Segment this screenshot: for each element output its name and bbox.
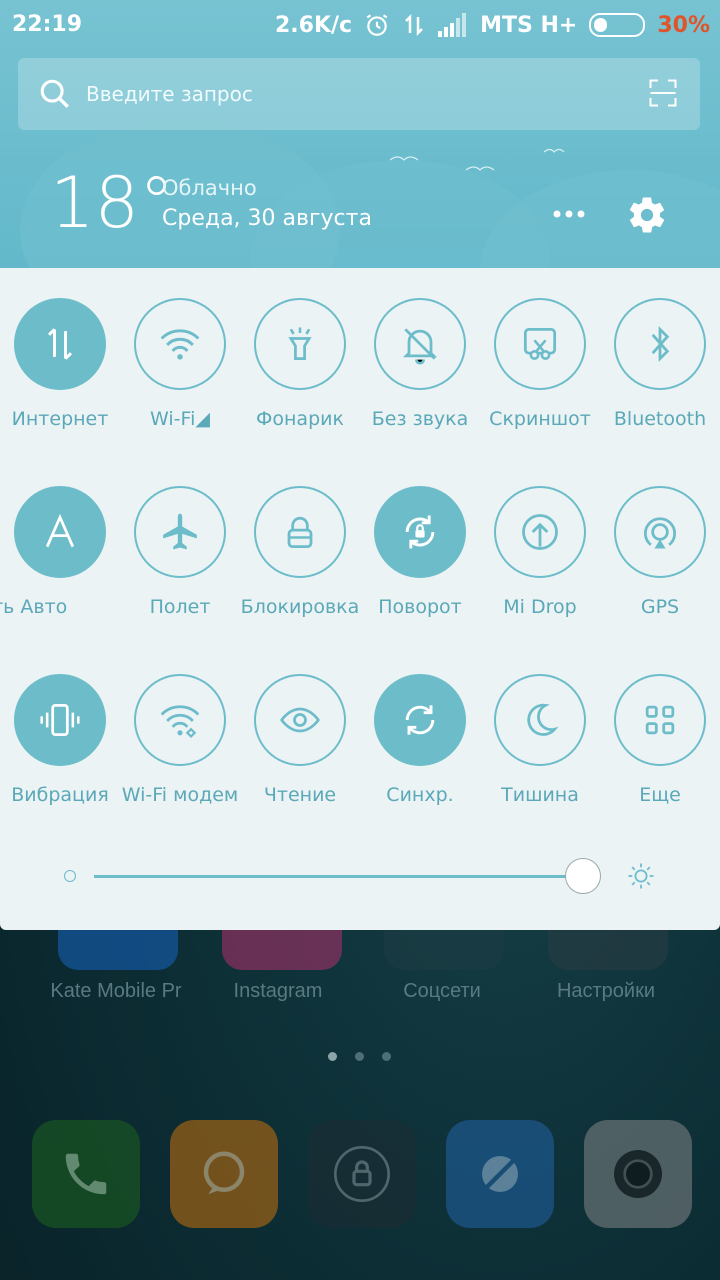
- toggle-label: Тишина: [501, 784, 579, 806]
- sync-icon: [374, 674, 466, 766]
- mute-bell-icon: [374, 298, 466, 390]
- toggle-more[interactable]: Еще: [600, 674, 720, 806]
- gps-icon: [614, 486, 706, 578]
- screenshot-icon: [494, 298, 586, 390]
- birds-decoration: [390, 148, 565, 171]
- status-icons: 2.6K/c MTS H+ 30%: [275, 12, 710, 38]
- weather-condition: Облачно: [162, 176, 257, 200]
- quick-settings-panel: Интернет Wi-Fi◢ Фонарик Без звука Скринш…: [0, 268, 720, 930]
- toggle-reading-mode[interactable]: Чтение: [240, 674, 360, 806]
- scan-icon[interactable]: [648, 78, 678, 108]
- toggle-label: Без звука: [371, 408, 469, 430]
- alarm-icon: [366, 14, 388, 36]
- toggle-label: Wi-Fi модем: [121, 784, 239, 806]
- search-icon: [40, 79, 69, 108]
- status-time: 22:19: [12, 12, 83, 37]
- wifi-icon: [134, 298, 226, 390]
- page-dot-2: [355, 1052, 364, 1061]
- toggle-wifi[interactable]: Wi-Fi◢: [120, 298, 240, 430]
- page-dot-1: [328, 1052, 337, 1061]
- toggle-label: ость Авто: [0, 596, 68, 618]
- search-bar[interactable]: [18, 58, 700, 130]
- network-speed: 2.6K/c: [274, 12, 353, 38]
- more-options-icon[interactable]: [552, 200, 586, 228]
- toggle-label: GPS: [640, 596, 680, 618]
- toggle-rotation[interactable]: Поворот: [360, 486, 480, 618]
- auto-brightness-icon: [14, 486, 106, 578]
- toggle-label: Bluetooth: [613, 408, 707, 430]
- app-label-kate-mobile: Kate Mobile Pr: [50, 980, 182, 1002]
- toggle-label: Синхр.: [386, 784, 454, 806]
- data-transfer-icon: [405, 13, 423, 37]
- weather-temperature[interactable]: 18°: [50, 162, 174, 244]
- battery-icon: [589, 13, 646, 37]
- brightness-high-icon: [628, 863, 654, 889]
- battery-fill: [594, 18, 608, 32]
- rotation-lock-icon: [374, 486, 466, 578]
- toggle-label: Mi Drop: [503, 596, 577, 618]
- toggle-sync[interactable]: Синхр.: [360, 674, 480, 806]
- mobile-data-icon: [14, 298, 106, 390]
- page-indicator: [328, 1052, 391, 1061]
- toggle-label: Вибрация: [11, 784, 109, 806]
- vibration-icon: [14, 674, 106, 766]
- mi-drop-icon: [494, 486, 586, 578]
- app-label-social: Соцсети: [403, 980, 481, 1002]
- moon-icon: [494, 674, 586, 766]
- toggle-airplane[interactable]: Полет: [120, 486, 240, 618]
- toggle-internet[interactable]: Интернет: [0, 298, 120, 430]
- notification-header: 22:19 2.6K/c MTS H+ 30% 18° Облачно Сред…: [0, 0, 720, 268]
- app-label-instagram: Instagram: [233, 980, 323, 1002]
- toggle-dnd[interactable]: Тишина: [480, 674, 600, 806]
- toggle-label: Фонарик: [256, 408, 344, 430]
- reading-eye-icon: [254, 674, 346, 766]
- toggle-vibration[interactable]: Вибрация: [0, 674, 120, 806]
- toggle-label: Wi-Fi◢: [150, 408, 210, 430]
- hotspot-icon: [134, 674, 226, 766]
- toggle-label: Поворот: [378, 596, 462, 618]
- more-grid-icon: [614, 674, 706, 766]
- camera-icon[interactable]: [584, 1120, 692, 1228]
- messages-icon[interactable]: [170, 1120, 278, 1228]
- brightness-low-icon: [64, 870, 76, 882]
- toggle-silent[interactable]: Без звука: [360, 298, 480, 430]
- battery-percent: 30%: [657, 12, 710, 38]
- dock: [32, 1120, 692, 1228]
- toggle-label: Чтение: [263, 784, 337, 806]
- toggle-label: Скриншот: [489, 408, 591, 430]
- brightness-slider[interactable]: [60, 856, 660, 896]
- toggle-lock[interactable]: Блокировка: [240, 486, 360, 618]
- flashlight-icon: [254, 298, 346, 390]
- toggle-screenshot[interactable]: Скриншот: [480, 298, 600, 430]
- page-dot-3: [382, 1052, 391, 1061]
- browser-icon[interactable]: [446, 1120, 554, 1228]
- cloud-decoration: [480, 170, 720, 268]
- toggle-flashlight[interactable]: Фонарик: [240, 298, 360, 430]
- brightness-track[interactable]: [94, 875, 598, 878]
- phone-icon[interactable]: [32, 1120, 140, 1228]
- toggle-label: Полет: [149, 596, 211, 618]
- toggle-gps[interactable]: GPS: [600, 486, 720, 618]
- toggle-label: Блокировка: [240, 596, 360, 618]
- toggle-label: Еще: [639, 784, 681, 806]
- settings-gear-icon[interactable]: [626, 194, 668, 236]
- airplane-icon: [134, 486, 226, 578]
- toggle-hotspot[interactable]: Wi-Fi модем: [120, 674, 240, 806]
- toggle-mi-drop[interactable]: Mi Drop: [480, 486, 600, 618]
- signal-icon: [438, 13, 467, 37]
- lock-icon: [254, 486, 346, 578]
- app-label-settings: Настройки: [556, 980, 656, 1002]
- weather-date: Среда, 30 августа: [162, 206, 372, 231]
- status-bar: 22:19 2.6K/c MTS H+ 30%: [0, 0, 720, 52]
- toggle-bluetooth[interactable]: Bluetooth: [600, 298, 720, 430]
- search-input[interactable]: [84, 81, 628, 107]
- toggle-label: Интернет: [11, 408, 109, 430]
- carrier-name: MTS H+: [480, 12, 578, 38]
- bluetooth-icon: [614, 298, 706, 390]
- brightness-knob[interactable]: [564, 858, 601, 894]
- toggle-auto-brightness[interactable]: ость Авто: [0, 486, 120, 618]
- lock-screen-icon[interactable]: [308, 1120, 416, 1228]
